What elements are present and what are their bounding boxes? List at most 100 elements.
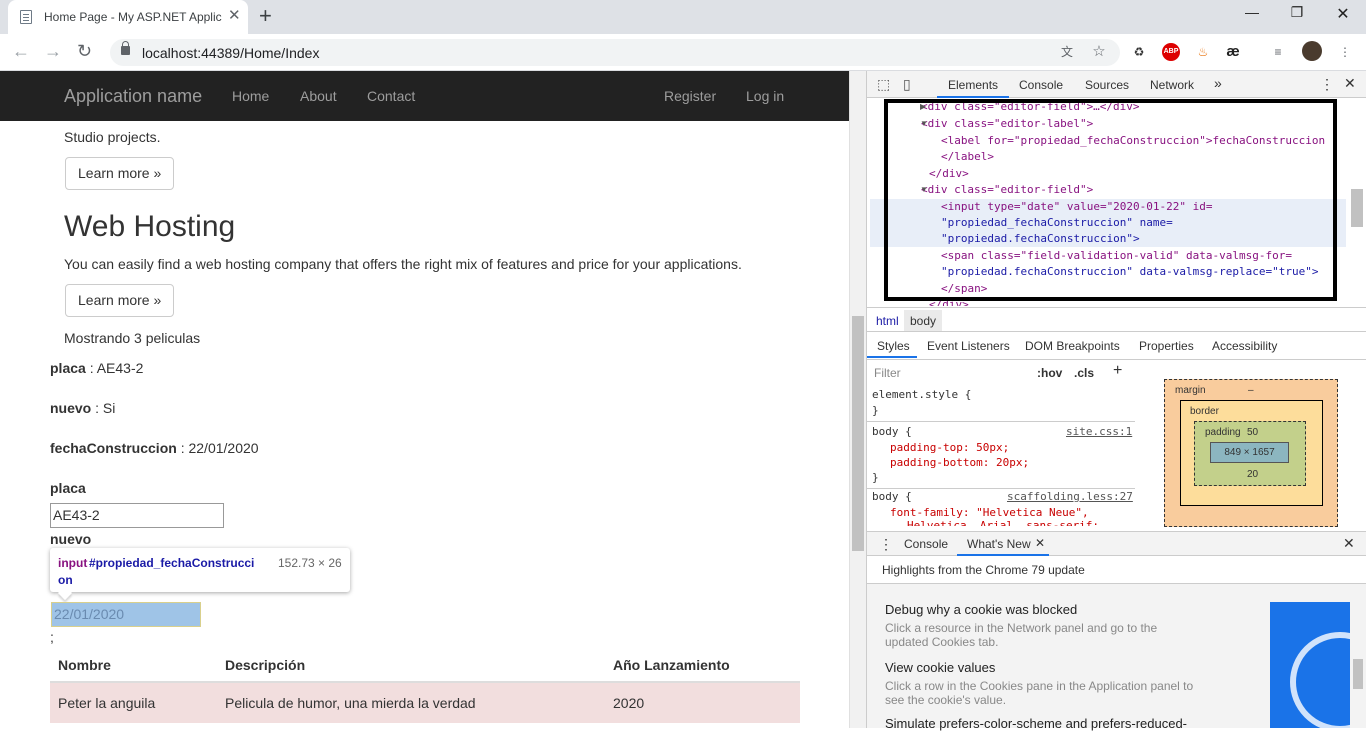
brand-link[interactable]: Application name xyxy=(64,86,202,107)
extension-recycle-icon[interactable]: ♻ xyxy=(1130,43,1148,61)
drawer-tab-console[interactable]: Console xyxy=(904,537,948,551)
minimize-icon[interactable]: — xyxy=(1237,4,1267,26)
translate-icon[interactable]: 文 xyxy=(1058,43,1076,61)
whats-new-underline xyxy=(957,554,1049,556)
rule-close-2: } xyxy=(872,471,879,484)
placa-label: placa xyxy=(50,480,86,496)
web-page: Application name Home About Contact Regi… xyxy=(0,71,849,728)
tab-elements[interactable]: Elements xyxy=(948,78,998,92)
box-model-border[interactable]: border padding 50 849 × 1657 20 xyxy=(1180,400,1323,506)
table-header-row: Nombre Descripción Año Lanzamiento xyxy=(50,645,800,683)
tab-console[interactable]: Console xyxy=(1019,78,1063,92)
prop-padding-top[interactable]: padding-top: 50px; xyxy=(890,440,1009,456)
tab-sources[interactable]: Sources xyxy=(1085,78,1129,92)
tab-network[interactable]: Network xyxy=(1150,78,1194,92)
nuevo-display: nuevo : Si xyxy=(50,400,116,416)
item-2-desc1: Click a row in the Cookies pane in the A… xyxy=(885,679,1194,693)
box-model-margin[interactable]: margin – border padding 50 849 × 1657 20 xyxy=(1164,379,1338,527)
box-model-padding[interactable]: padding 50 849 × 1657 20 xyxy=(1194,421,1306,486)
learn-more-button-2[interactable]: Learn more » xyxy=(65,284,175,317)
border-label: border xyxy=(1190,406,1219,417)
close-whats-new-icon[interactable]: ✕ xyxy=(1035,536,1045,550)
site-css-link[interactable]: site.css:1 xyxy=(1066,424,1132,440)
styles-filter-input[interactable]: Filter xyxy=(874,366,901,380)
header-anio: Año Lanzamiento xyxy=(613,657,730,673)
whats-new-scroll-thumb[interactable] xyxy=(1353,659,1363,689)
new-rule-icon[interactable]: + xyxy=(1113,362,1122,380)
item-2-title[interactable]: View cookie values xyxy=(885,660,995,675)
fecha-display: fechaConstruccion : 22/01/2020 xyxy=(50,440,259,456)
close-window-icon[interactable]: ✕ xyxy=(1328,4,1358,26)
menu-icon[interactable]: ⋮ xyxy=(1336,43,1354,61)
web-hosting-heading: Web Hosting xyxy=(64,210,236,243)
reload-icon[interactable]: ↻ xyxy=(77,41,92,61)
device-toolbar-icon[interactable]: ▯ xyxy=(903,76,911,93)
body-rule-selector[interactable]: body { xyxy=(872,424,912,440)
close-devtools-icon[interactable]: ✕ xyxy=(1344,75,1356,92)
cls-toggle[interactable]: .cls xyxy=(1074,366,1094,380)
header-descripcion: Descripción xyxy=(225,657,306,673)
tab-accessibility[interactable]: Accessibility xyxy=(1212,339,1277,353)
page-scroll-thumb[interactable] xyxy=(852,316,864,551)
extension-ae-icon[interactable]: æ xyxy=(1224,43,1242,61)
item-1-desc2: updated Cookies tab. xyxy=(885,635,999,649)
url-text: localhost:44389/Home/Index xyxy=(142,45,320,61)
close-tab-icon[interactable]: ✕ xyxy=(228,8,241,24)
devtools-panel: ⬚ ▯ Elements Console Sources Network » ⋮… xyxy=(866,71,1366,731)
item-1-desc1: Click a resource in the Network panel an… xyxy=(885,621,1158,635)
learn-more-button[interactable]: Learn more » xyxy=(65,157,175,190)
tab-strip: Home Page - My ASP.NET Applic ✕ + — ❐ ✕ xyxy=(0,0,1366,34)
scaffolding-link[interactable]: scaffolding.less:27 xyxy=(1007,489,1133,505)
page-scrollbar[interactable] xyxy=(849,71,866,728)
page-icon xyxy=(20,10,32,24)
extension-fire-icon[interactable]: ♨ xyxy=(1194,43,1212,61)
hov-toggle[interactable]: :hov xyxy=(1037,366,1062,380)
placa-input[interactable]: AE43-2 xyxy=(50,503,224,528)
forward-icon[interactable]: → xyxy=(44,41,62,61)
elements-tab-underline xyxy=(937,96,1009,98)
item-3-title[interactable]: Simulate prefers-color-scheme and prefer… xyxy=(885,716,1187,731)
nav-contact-link[interactable]: Contact xyxy=(367,88,415,104)
inspect-tooltip: input #propiedad_fechaConstrucci on 152.… xyxy=(50,548,350,592)
web-hosting-text: You can easily find a web hosting compan… xyxy=(64,256,742,272)
body-rule-selector-2[interactable]: body { xyxy=(872,489,912,505)
padding-bottom-value: 20 xyxy=(1247,469,1259,480)
dom-scroll-thumb[interactable] xyxy=(1351,189,1363,227)
nav-about-link[interactable]: About xyxy=(300,88,337,104)
avatar[interactable] xyxy=(1302,41,1322,61)
more-tabs-icon[interactable]: » xyxy=(1214,75,1222,91)
nav-login-link[interactable]: Log in xyxy=(746,88,784,104)
back-icon[interactable]: ← xyxy=(12,41,30,61)
browser-tab[interactable]: Home Page - My ASP.NET Applic ✕ xyxy=(8,0,248,34)
element-style-rule[interactable]: element.style { xyxy=(872,387,971,403)
bookmark-star-icon[interactable]: ☆ xyxy=(1090,43,1108,61)
prop-padding-bottom[interactable]: padding-bottom: 20px; xyxy=(890,455,1029,471)
tab-styles[interactable]: Styles xyxy=(877,339,910,353)
tab-event-listeners[interactable]: Event Listeners xyxy=(927,339,1010,353)
studio-text: Studio projects. xyxy=(64,129,161,145)
address-bar[interactable]: localhost:44389/Home/Index 文 ☆ xyxy=(110,39,1120,66)
inspect-element-icon[interactable]: ⬚ xyxy=(877,76,890,93)
box-model-content[interactable]: 849 × 1657 xyxy=(1210,442,1289,463)
devtools-menu-icon[interactable]: ⋮ xyxy=(1320,76,1334,93)
mostrando-text: Mostrando 3 peliculas xyxy=(64,330,201,346)
breadcrumb-html[interactable]: html xyxy=(876,314,899,328)
restore-icon[interactable]: ❐ xyxy=(1282,4,1312,26)
fecha-date-input[interactable]: 22/01/2020 xyxy=(51,602,201,627)
tab-properties[interactable]: Properties xyxy=(1139,339,1194,353)
nav-register-link[interactable]: Register xyxy=(664,88,716,104)
item-1-title[interactable]: Debug why a cookie was blocked xyxy=(885,602,1077,617)
new-tab-icon[interactable]: + xyxy=(259,4,272,28)
tooltip-size: 152.73 × 26 xyxy=(278,556,342,570)
media-queue-icon[interactable]: ≡ xyxy=(1269,43,1287,61)
nav-home-link[interactable]: Home xyxy=(232,88,269,104)
adblock-icon[interactable]: ABP xyxy=(1162,43,1180,61)
breadcrumb-body[interactable]: body xyxy=(904,310,943,332)
drawer-menu-icon[interactable]: ⋮ xyxy=(879,536,893,553)
whats-new-header: Highlights from the Chrome 79 update xyxy=(882,563,1085,577)
lock-icon xyxy=(121,41,130,55)
drawer-tab-whats-new[interactable]: What's New xyxy=(967,537,1031,551)
tab-dom-breakpoints[interactable]: DOM Breakpoints xyxy=(1025,339,1120,353)
close-drawer-icon[interactable]: ✕ xyxy=(1343,535,1355,552)
tooltip-id: #propiedad_fechaConstrucci xyxy=(89,556,255,570)
